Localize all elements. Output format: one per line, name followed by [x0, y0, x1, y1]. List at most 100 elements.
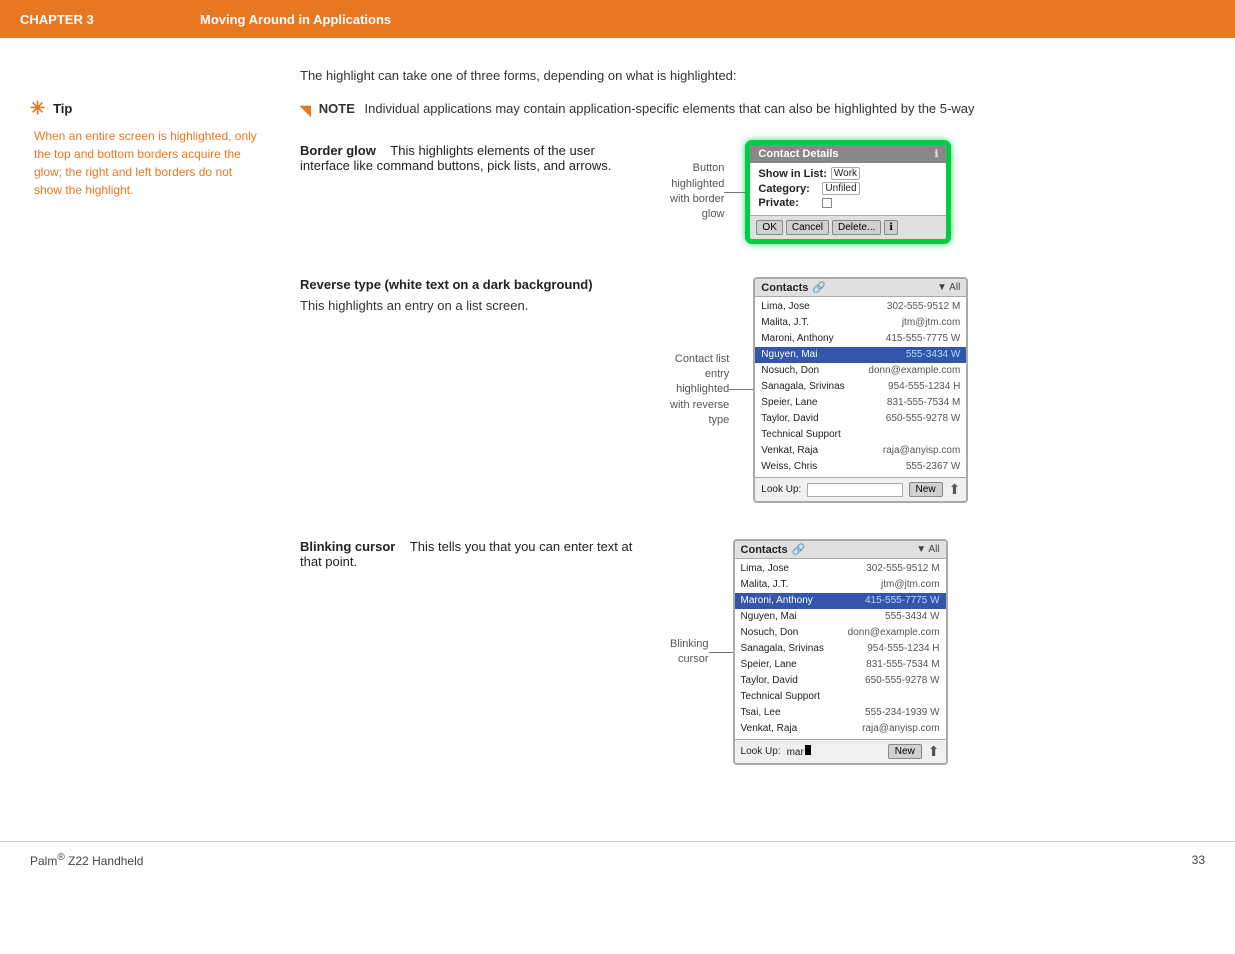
contact-details-widget: Contact Details ℹ Show in List: Work Cat… [748, 143, 948, 241]
footer-page: 33 [1192, 853, 1205, 867]
callout-3: Blinking cursor [670, 637, 733, 668]
lookup-input-1[interactable] [807, 483, 902, 497]
note-content: NOTE Individual applications may contain… [319, 101, 975, 116]
contacts-header-1: Contacts 🔗 ▼ All [755, 279, 966, 297]
arrow-button-2[interactable]: ⬆ [928, 743, 940, 760]
contact-row[interactable]: Venkat, Rajaraja@anyisp.com [735, 721, 946, 737]
section-heading-1: Border glow This highlights elements of … [300, 143, 640, 173]
contacts-header-2: Contacts 🔗 ▼ All [735, 541, 946, 559]
tip-section: ✳ Tip When an entire screen is highlight… [30, 98, 260, 199]
contacts-list-1: Lima, Jose302-555-9512 MMalita, J.T.jtm@… [755, 297, 966, 477]
contact-row[interactable]: Tsai, Lee555-234-1939 W [735, 705, 946, 721]
category-value[interactable]: Unfiled [822, 182, 859, 195]
section-left-2: Reverse type (white text on a dark backg… [300, 277, 640, 316]
tip-label: Tip [53, 101, 72, 116]
contact-row[interactable]: Speier, Lane831-555-7534 M [735, 657, 946, 673]
lookup-label-2: Look Up: [741, 746, 781, 757]
contact-row[interactable]: Sanagala, Srivinas954-555-1234 H [755, 379, 966, 395]
callout-2: Contact list entry highlighted with reve… [670, 352, 753, 429]
note-text: Individual applications may contain appl… [365, 101, 975, 116]
lookup-label-1: Look Up: [761, 484, 801, 495]
sidebar: ✳ Tip When an entire screen is highlight… [0, 68, 280, 801]
info-button[interactable]: ℹ [884, 220, 898, 235]
section-heading-3: Blinking cursor This tells you that you … [300, 539, 640, 569]
private-row: Private: [758, 197, 938, 209]
contact-row[interactable]: Lima, Jose302-555-9512 M [735, 561, 946, 577]
widget-info-icon: ℹ [935, 149, 939, 160]
callout-label-2: Contact list entry highlighted with reve… [670, 352, 729, 429]
callout-1: Button highlighted with border glow [670, 161, 748, 223]
note-icon: ◥ [300, 102, 311, 119]
new-button-1[interactable]: New [909, 482, 943, 497]
section-heading-2: Reverse type (white text on a dark backg… [300, 277, 640, 292]
section-left-1: Border glow This highlights elements of … [300, 143, 640, 177]
widget-header: Contact Details ℹ [750, 145, 946, 163]
tip-body: When an entire screen is highlighted, on… [30, 127, 260, 199]
footer-brand: Palm® Z22 Handheld [30, 852, 143, 868]
tip-star-icon: ✳ [30, 98, 45, 119]
section-right-1: Button highlighted with border glow Cont… [670, 143, 948, 241]
private-label: Private: [758, 197, 818, 209]
note-label: NOTE [319, 101, 355, 116]
contact-row[interactable]: Malita, J.T.jtm@jtm.com [735, 577, 946, 593]
contact-row[interactable]: Nguyen, Mai555-3434 W [755, 347, 966, 363]
section-right-3: Blinking cursor Contacts 🔗 ▼ All Lima, J… [670, 539, 948, 765]
intro-text: The highlight can take one of three form… [300, 68, 1215, 83]
line-connector-2 [729, 389, 753, 390]
contact-row[interactable]: Maroni, Anthony415-555-7775 W [735, 593, 946, 609]
section-reverse-type: Reverse type (white text on a dark backg… [300, 277, 1215, 503]
contact-row[interactable]: Speier, Lane831-555-7534 M [755, 395, 966, 411]
show-in-list-row: Show in List: Work [758, 167, 938, 180]
callout-label-3: Blinking cursor [670, 637, 709, 668]
contact-row[interactable]: Technical Support [755, 427, 966, 443]
cursor-blink [805, 745, 811, 755]
callout-label-1: Button highlighted with border glow [670, 161, 724, 223]
section-body-2: This highlights an entry on a list scree… [300, 296, 640, 316]
tip-header: ✳ Tip [30, 98, 260, 119]
contact-row[interactable]: Technical Support [735, 689, 946, 705]
contacts-widget-1: Contacts 🔗 ▼ All Lima, Jose302-555-9512 … [753, 277, 968, 503]
show-in-list-label: Show in List: [758, 168, 826, 180]
widget-title: Contact Details [758, 148, 838, 160]
lookup-value-display: mar [787, 745, 882, 758]
ok-button[interactable]: OK [756, 220, 782, 235]
show-in-list-value[interactable]: Work [831, 167, 860, 180]
line-connector-3 [709, 652, 733, 653]
cancel-button[interactable]: Cancel [786, 220, 829, 235]
contacts-filter-1[interactable]: ▼ All [937, 282, 960, 293]
contact-row[interactable]: Venkat, Rajaraja@anyisp.com [755, 443, 966, 459]
contact-row[interactable]: Malita, J.T.jtm@jtm.com [755, 315, 966, 331]
private-checkbox[interactable] [822, 198, 832, 208]
category-row: Category: Unfiled [758, 182, 938, 195]
page-title: Moving Around in Applications [200, 12, 391, 27]
new-button-2[interactable]: New [888, 744, 922, 759]
contacts-title-1: Contacts 🔗 [761, 281, 826, 294]
contact-row[interactable]: Sanagala, Srivinas954-555-1234 H [735, 641, 946, 657]
contacts-title-2: Contacts 🔗 [741, 543, 806, 556]
footer: Palm® Z22 Handheld 33 [0, 841, 1235, 878]
contact-row[interactable]: Taylor, David650-555-9278 W [755, 411, 966, 427]
contacts-filter-2[interactable]: ▼ All [916, 544, 939, 555]
contacts-list-2: Lima, Jose302-555-9512 MMalita, J.T.jtm@… [735, 559, 946, 739]
contact-row[interactable]: Maroni, Anthony415-555-7775 W [755, 331, 966, 347]
contact-row[interactable]: Lima, Jose302-555-9512 M [755, 299, 966, 315]
chapter-label: CHAPTER 3 [20, 12, 200, 27]
widget-buttons: OK Cancel Delete... ℹ [750, 215, 946, 239]
content-area: The highlight can take one of three form… [280, 68, 1235, 801]
delete-button[interactable]: Delete... [832, 220, 881, 235]
contact-row[interactable]: Weiss, Chris555-2367 W [755, 459, 966, 475]
contact-row[interactable]: Nosuch, Dondonn@example.com [755, 363, 966, 379]
arrow-button-1[interactable]: ⬆ [949, 481, 961, 498]
section-right-2: Contact list entry highlighted with reve… [670, 277, 968, 503]
widget-body: Show in List: Work Category: Unfiled Pri… [750, 163, 946, 215]
contacts-widget-2: Contacts 🔗 ▼ All Lima, Jose302-555-9512 … [733, 539, 948, 765]
contact-row[interactable]: Nosuch, Dondonn@example.com [735, 625, 946, 641]
contacts-footer-2: Look Up: mar New ⬆ [735, 739, 946, 763]
line-connector-1 [724, 192, 748, 193]
section-blinking-cursor: Blinking cursor This tells you that you … [300, 539, 1215, 765]
contact-row[interactable]: Nguyen, Mai555-3434 W [735, 609, 946, 625]
section-left-3: Blinking cursor This tells you that you … [300, 539, 640, 573]
section-border-glow: Border glow This highlights elements of … [300, 143, 1215, 241]
contact-row[interactable]: Taylor, David650-555-9278 W [735, 673, 946, 689]
category-label: Category: [758, 183, 818, 195]
